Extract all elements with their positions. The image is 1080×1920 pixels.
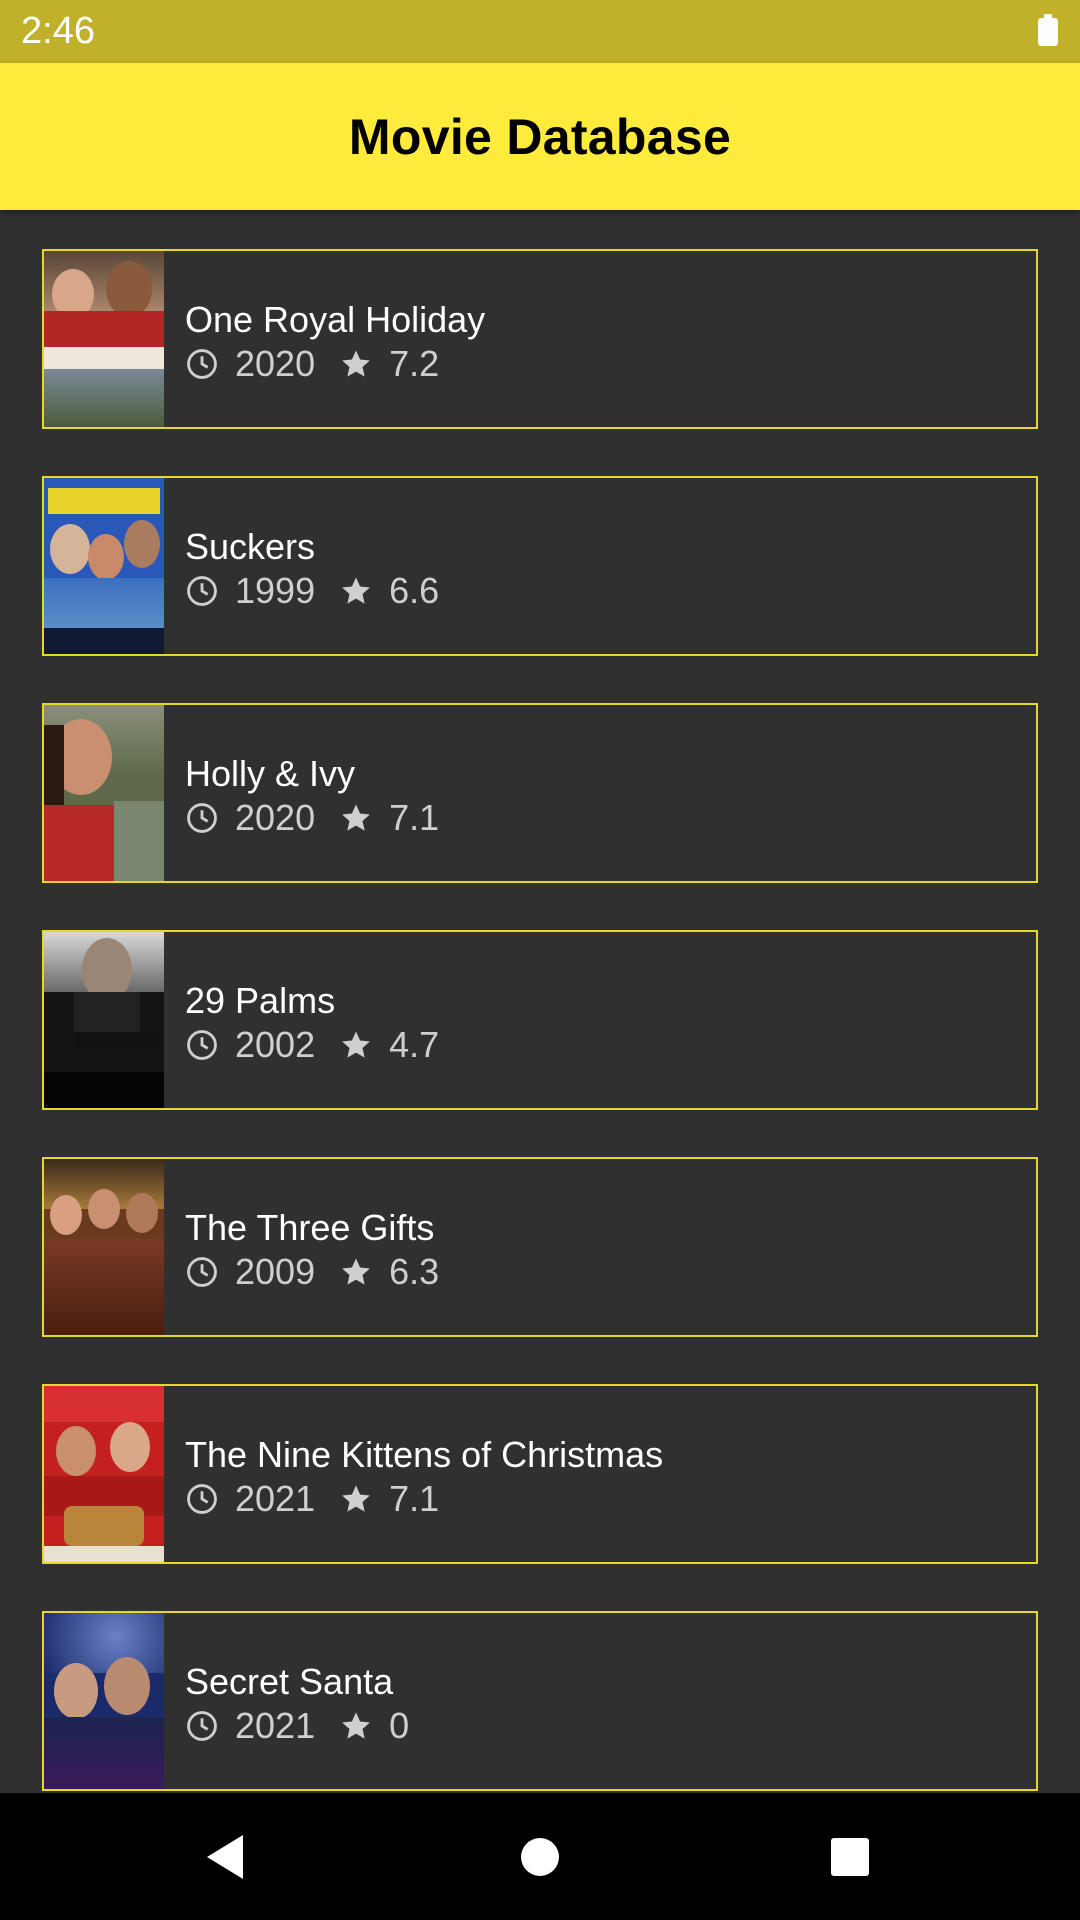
star-icon <box>342 1258 370 1285</box>
movie-title: Suckers <box>185 526 316 567</box>
movie-year: 2020 <box>235 797 316 838</box>
home-circle-icon <box>521 1837 559 1876</box>
movie-list[interactable]: One Royal Holiday 2020 7.2 Suckers 1999 … <box>42 249 1038 1838</box>
recents-square-icon <box>831 1837 869 1876</box>
movie-poster <box>44 932 164 1108</box>
movie-year: 2020 <box>235 343 316 384</box>
movie-poster <box>44 478 164 654</box>
movie-card[interactable]: The Three Gifts 2009 6.3 <box>42 1157 1038 1337</box>
movie-rating: 6.3 <box>389 1251 440 1292</box>
movie-poster <box>44 1386 164 1562</box>
movie-poster <box>44 251 164 427</box>
home-button[interactable] <box>480 1793 600 1920</box>
movie-meta: 2021 7.1 <box>185 1478 439 1520</box>
movie-meta: 2009 6.3 <box>185 1251 439 1293</box>
star-icon <box>342 804 370 831</box>
star-icon <box>342 350 370 377</box>
app-bar: Movie Database <box>0 63 1080 210</box>
movie-meta: 2020 7.2 <box>185 343 439 385</box>
clock-icon <box>187 576 217 606</box>
movie-title: 29 Palms <box>185 980 336 1021</box>
movie-rating: 7.2 <box>389 343 440 384</box>
movie-year: 2002 <box>235 1024 316 1065</box>
movie-card[interactable]: Secret Santa 2021 0 <box>42 1611 1038 1791</box>
clock-icon <box>187 1257 217 1287</box>
movie-rating: 0 <box>389 1705 410 1746</box>
system-nav-bar <box>0 1793 1080 1920</box>
movie-card[interactable]: Suckers 1999 6.6 <box>42 476 1038 656</box>
movie-card[interactable]: One Royal Holiday 2020 7.2 <box>42 249 1038 429</box>
back-triangle-icon <box>207 1834 243 1879</box>
movie-title: Secret Santa <box>185 1661 394 1702</box>
movie-year: 1999 <box>235 570 316 611</box>
recents-button[interactable] <box>790 1793 910 1920</box>
clock-icon <box>187 1484 217 1514</box>
movie-rating: 6.6 <box>389 570 440 611</box>
movie-poster <box>44 705 164 881</box>
movie-title: The Three Gifts <box>185 1207 435 1248</box>
movie-year: 2009 <box>235 1251 316 1292</box>
movie-year: 2021 <box>235 1478 316 1519</box>
star-icon <box>342 577 370 604</box>
movie-meta: 2002 4.7 <box>185 1024 439 1066</box>
movie-rating: 4.7 <box>389 1024 440 1065</box>
movie-meta: 2021 0 <box>185 1705 409 1747</box>
clock-icon <box>187 1711 217 1741</box>
star-icon <box>342 1031 370 1058</box>
clock-icon <box>187 803 217 833</box>
movie-card[interactable]: Holly & Ivy 2020 7.1 <box>42 703 1038 883</box>
movie-rating: 7.1 <box>389 797 440 838</box>
movie-title: Holly & Ivy <box>185 753 356 794</box>
movie-card[interactable]: The Nine Kittens of Christmas 2021 7.1 <box>42 1384 1038 1564</box>
star-icon <box>342 1712 370 1739</box>
movie-year: 2021 <box>235 1705 316 1746</box>
movie-meta: 2020 7.1 <box>185 797 439 839</box>
star-icon <box>342 1485 370 1512</box>
movie-title: The Nine Kittens of Christmas <box>185 1434 664 1475</box>
movie-meta: 1999 6.6 <box>185 570 439 612</box>
back-button[interactable] <box>165 1793 285 1920</box>
movie-poster <box>44 1159 164 1335</box>
movie-card[interactable]: 29 Palms 2002 4.7 <box>42 930 1038 1110</box>
movie-rating: 7.1 <box>389 1478 440 1519</box>
clock-icon <box>187 1030 217 1060</box>
movie-poster <box>44 1613 164 1789</box>
page-title: Movie Database <box>348 108 732 165</box>
clock-icon <box>187 349 217 379</box>
status-bar: 2:46 <box>0 0 1080 63</box>
status-time: 2:46 <box>21 10 95 52</box>
movie-title: One Royal Holiday <box>185 299 486 340</box>
battery-full-icon <box>1038 14 1058 46</box>
